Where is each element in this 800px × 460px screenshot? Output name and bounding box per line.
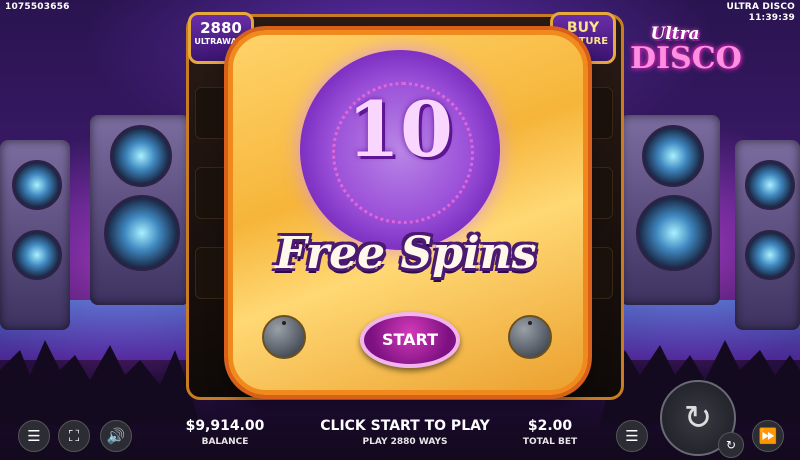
left-speaker-back xyxy=(90,115,190,305)
fast-forward-icon[interactable]: ⏩ xyxy=(752,420,784,452)
status-submessage: PLAY 2880 WAYS xyxy=(362,437,448,447)
logo-disco: DISCO xyxy=(630,41,742,76)
bet-value: $2.00 xyxy=(527,418,573,434)
bet-label: TOTAL BET xyxy=(522,437,578,447)
session-id: 1075503656 xyxy=(5,2,70,12)
free-spins-title: Free Spins xyxy=(275,228,537,279)
right-speaker-front xyxy=(735,140,800,330)
free-spins-count: 10 xyxy=(347,85,453,174)
fullscreen-icon[interactable]: ⛶ xyxy=(58,420,90,452)
menu-icon[interactable]: ☰ xyxy=(18,420,50,452)
balance-value: $9,914.00 xyxy=(185,418,265,434)
coin-stack-icon[interactable]: ☰ xyxy=(616,420,648,452)
game-logo: Ultra DISCO xyxy=(630,24,742,104)
balance-label: BALANCE xyxy=(201,437,249,447)
right-knob-icon xyxy=(508,315,552,359)
autoplay-icon[interactable]: ↻ xyxy=(718,432,744,458)
left-knob-icon xyxy=(262,315,306,359)
spin-arrows-icon: ↻ xyxy=(683,398,713,438)
start-button[interactable]: START xyxy=(360,312,460,368)
game-name: ULTRA DISCO xyxy=(726,2,795,12)
right-speaker-back xyxy=(620,115,720,305)
ways-count: 2880 xyxy=(200,19,242,37)
clock: 11:39:39 xyxy=(748,13,795,23)
status-message: CLICK START TO PLAY xyxy=(320,418,490,434)
left-speaker-front xyxy=(0,140,70,330)
speaker-icon[interactable]: 🔊 xyxy=(100,420,132,452)
